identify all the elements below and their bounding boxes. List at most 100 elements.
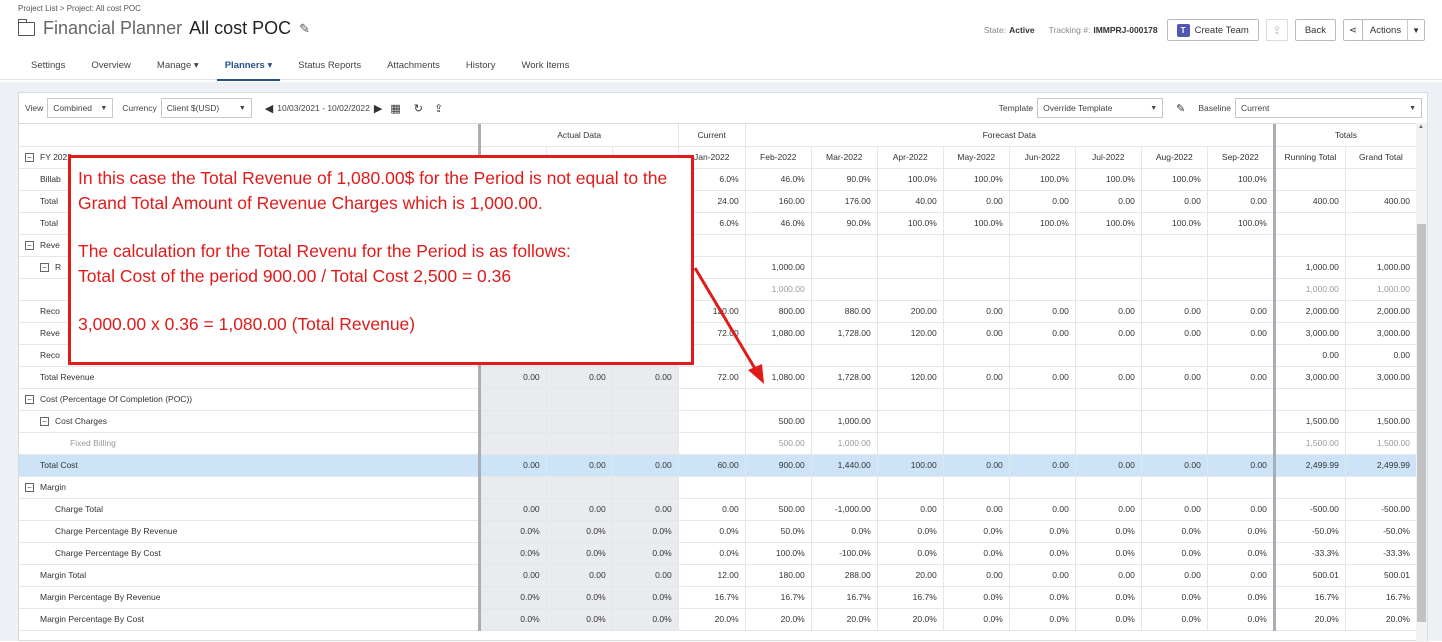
collapse-icon[interactable]: − [25, 153, 34, 163]
callout-line-1: In this case the Total Revenue of 1,080.… [78, 168, 668, 213]
table-cell: 500.00 [745, 498, 812, 521]
tab-status-reports[interactable]: Status Reports [285, 54, 374, 80]
table-cell [1141, 388, 1208, 411]
prev-period-icon[interactable]: ◀ [265, 102, 273, 115]
table-cell: -33.3% [1274, 542, 1346, 565]
table-cell [877, 344, 944, 367]
tab-settings[interactable]: Settings [18, 54, 78, 80]
table-cell: 0.0% [943, 608, 1010, 631]
table-cell [1345, 212, 1417, 235]
table-cell: 0.0% [1141, 586, 1208, 609]
vertical-scrollbar[interactable]: ▲ [1416, 123, 1427, 642]
collapse-icon[interactable]: − [25, 241, 34, 251]
table-cell: 0.0% [612, 608, 679, 631]
table-row[interactable]: Fixed Billing 500.00 1,000.00 1,500.00 1,500… [19, 432, 1417, 455]
table-row[interactable]: Charge Percentage By Cost 0.0% 0.0% 0.0% 0.0… [19, 542, 1417, 565]
tab-planners[interactable]: Planners ▾ [212, 54, 286, 81]
table-cell [1009, 476, 1076, 499]
create-team-button[interactable]: T Create Team [1166, 19, 1259, 41]
callout-line-3: Total Cost of the period 900.00 / Total … [78, 265, 512, 286]
table-cell: 0.0% [546, 542, 613, 565]
export-icon[interactable]: ⇪ [1265, 19, 1288, 41]
breadcrumb[interactable]: Project List > Project: All cost POC [18, 4, 141, 13]
table-cell [811, 476, 878, 499]
table-cell: 1,000.00 [745, 256, 812, 279]
table-cell [546, 432, 613, 455]
table-cell: 0.00 [1009, 498, 1076, 521]
table-row[interactable]: Margin Percentage By Revenue 0.0% 0.0% 0.0%… [19, 586, 1417, 609]
column-header: Aug-2022 [1141, 146, 1208, 169]
table-cell [1141, 344, 1208, 367]
table-cell [1075, 432, 1142, 455]
table-cell: 100.0% [877, 168, 944, 191]
table-cell: 0.0% [943, 542, 1010, 565]
table-cell: 0.00 [1141, 300, 1208, 323]
tab-work-items[interactable]: Work Items [508, 54, 582, 80]
table-cell: 500.00 [745, 432, 812, 455]
baseline-select[interactable]: Current ▼ [1235, 98, 1422, 118]
table-cell [1274, 388, 1346, 411]
tab-attachments[interactable]: Attachments [374, 54, 453, 80]
table-cell [612, 410, 679, 433]
table-cell: 1,000.00 [1274, 256, 1346, 279]
row-label: Margin Percentage By Revenue [19, 586, 481, 609]
row-label: Margin Percentage By Cost [19, 608, 481, 631]
table-row[interactable]: Charge Total 0.00 0.00 0.00 0.00 500.00 -1,000… [19, 498, 1417, 521]
export-icon[interactable]: ⇪ [434, 102, 443, 115]
table-cell [877, 476, 944, 499]
top-bar: Project List > Project: All cost POC Fin… [0, 0, 1442, 50]
table-cell [943, 476, 1010, 499]
row-label: Charge Percentage By Cost [19, 542, 481, 565]
back-button[interactable]: Back [1294, 19, 1336, 41]
calendar-icon[interactable]: ▦ [390, 102, 400, 115]
table-cell [877, 256, 944, 279]
currency-value: Client $(USD) [166, 103, 220, 113]
table-row[interactable]: Margin Total 0.00 0.00 0.00 12.00 180.00 288.0… [19, 564, 1417, 587]
view-select[interactable]: Combined ▼ [47, 98, 114, 118]
row-label-text: Billab [40, 174, 61, 184]
callout-line-2: The calculation for the Total Revenu for… [78, 241, 571, 261]
table-row[interactable]: Total Cost 0.00 0.00 0.00 60.00 900.00 1,440.0… [19, 454, 1417, 477]
table-cell [678, 410, 746, 433]
table-row[interactable]: − Cost Charges 500.00 1,000.00 1,500.00 1,500… [19, 410, 1417, 433]
table-cell [1075, 410, 1142, 433]
table-row[interactable]: − Cost (Percentage Of Completion (POC)) [19, 388, 1417, 411]
table-row[interactable]: − Margin [19, 476, 1417, 499]
scroll-up-icon[interactable]: ▲ [1418, 124, 1424, 130]
currency-select[interactable]: Client $(USD) ▼ [160, 98, 252, 118]
table-cell [943, 410, 1010, 433]
table-cell [877, 278, 944, 301]
table-cell [1345, 168, 1417, 191]
actions-button[interactable]: Actions ▼ [1361, 19, 1425, 41]
table-cell: 0.00 [1207, 300, 1276, 323]
next-period-icon[interactable]: ▶ [374, 102, 382, 115]
table-cell: 100.0% [943, 212, 1010, 235]
table-cell: 0.0% [1075, 586, 1142, 609]
edit-pencil-icon[interactable]: ✎ [299, 21, 310, 37]
table-cell: 3,000.00 [1274, 322, 1346, 345]
collapse-icon[interactable]: − [25, 395, 34, 405]
collapse-icon[interactable]: − [25, 483, 34, 493]
table-row[interactable]: Charge Percentage By Revenue 0.0% 0.0% 0.0%… [19, 520, 1417, 543]
tab-manage[interactable]: Manage ▾ [144, 54, 212, 80]
tab-overview[interactable]: Overview [78, 54, 144, 80]
template-select[interactable]: Override Template ▼ [1037, 98, 1164, 118]
table-cell: 16.7% [745, 586, 812, 609]
teams-icon: T [1176, 23, 1190, 37]
table-cell: 3,000.00 [1345, 322, 1417, 345]
refresh-icon[interactable]: ↻ [414, 102, 423, 115]
share-button[interactable]: ⋖ [1342, 19, 1363, 41]
table-row[interactable]: Total Revenue 0.00 0.00 0.00 72.00 1,080.00 1,… [19, 366, 1417, 389]
table-cell: 0.00 [479, 498, 547, 521]
table-cell: 2,000.00 [1345, 300, 1417, 323]
state-value: Active [1009, 25, 1035, 35]
tab-history[interactable]: History [453, 54, 509, 80]
collapse-icon[interactable]: − [40, 263, 49, 273]
table-cell [1009, 278, 1076, 301]
collapse-icon[interactable]: − [40, 417, 49, 427]
scrollbar-thumb[interactable] [1417, 224, 1426, 622]
edit-template-icon[interactable]: ✎ [1176, 102, 1185, 115]
table-cell: 0.00 [1075, 564, 1142, 587]
table-row[interactable]: Margin Percentage By Cost 0.0% 0.0% 0.0% 20.… [19, 608, 1417, 631]
table-cell: 0.0% [943, 586, 1010, 609]
